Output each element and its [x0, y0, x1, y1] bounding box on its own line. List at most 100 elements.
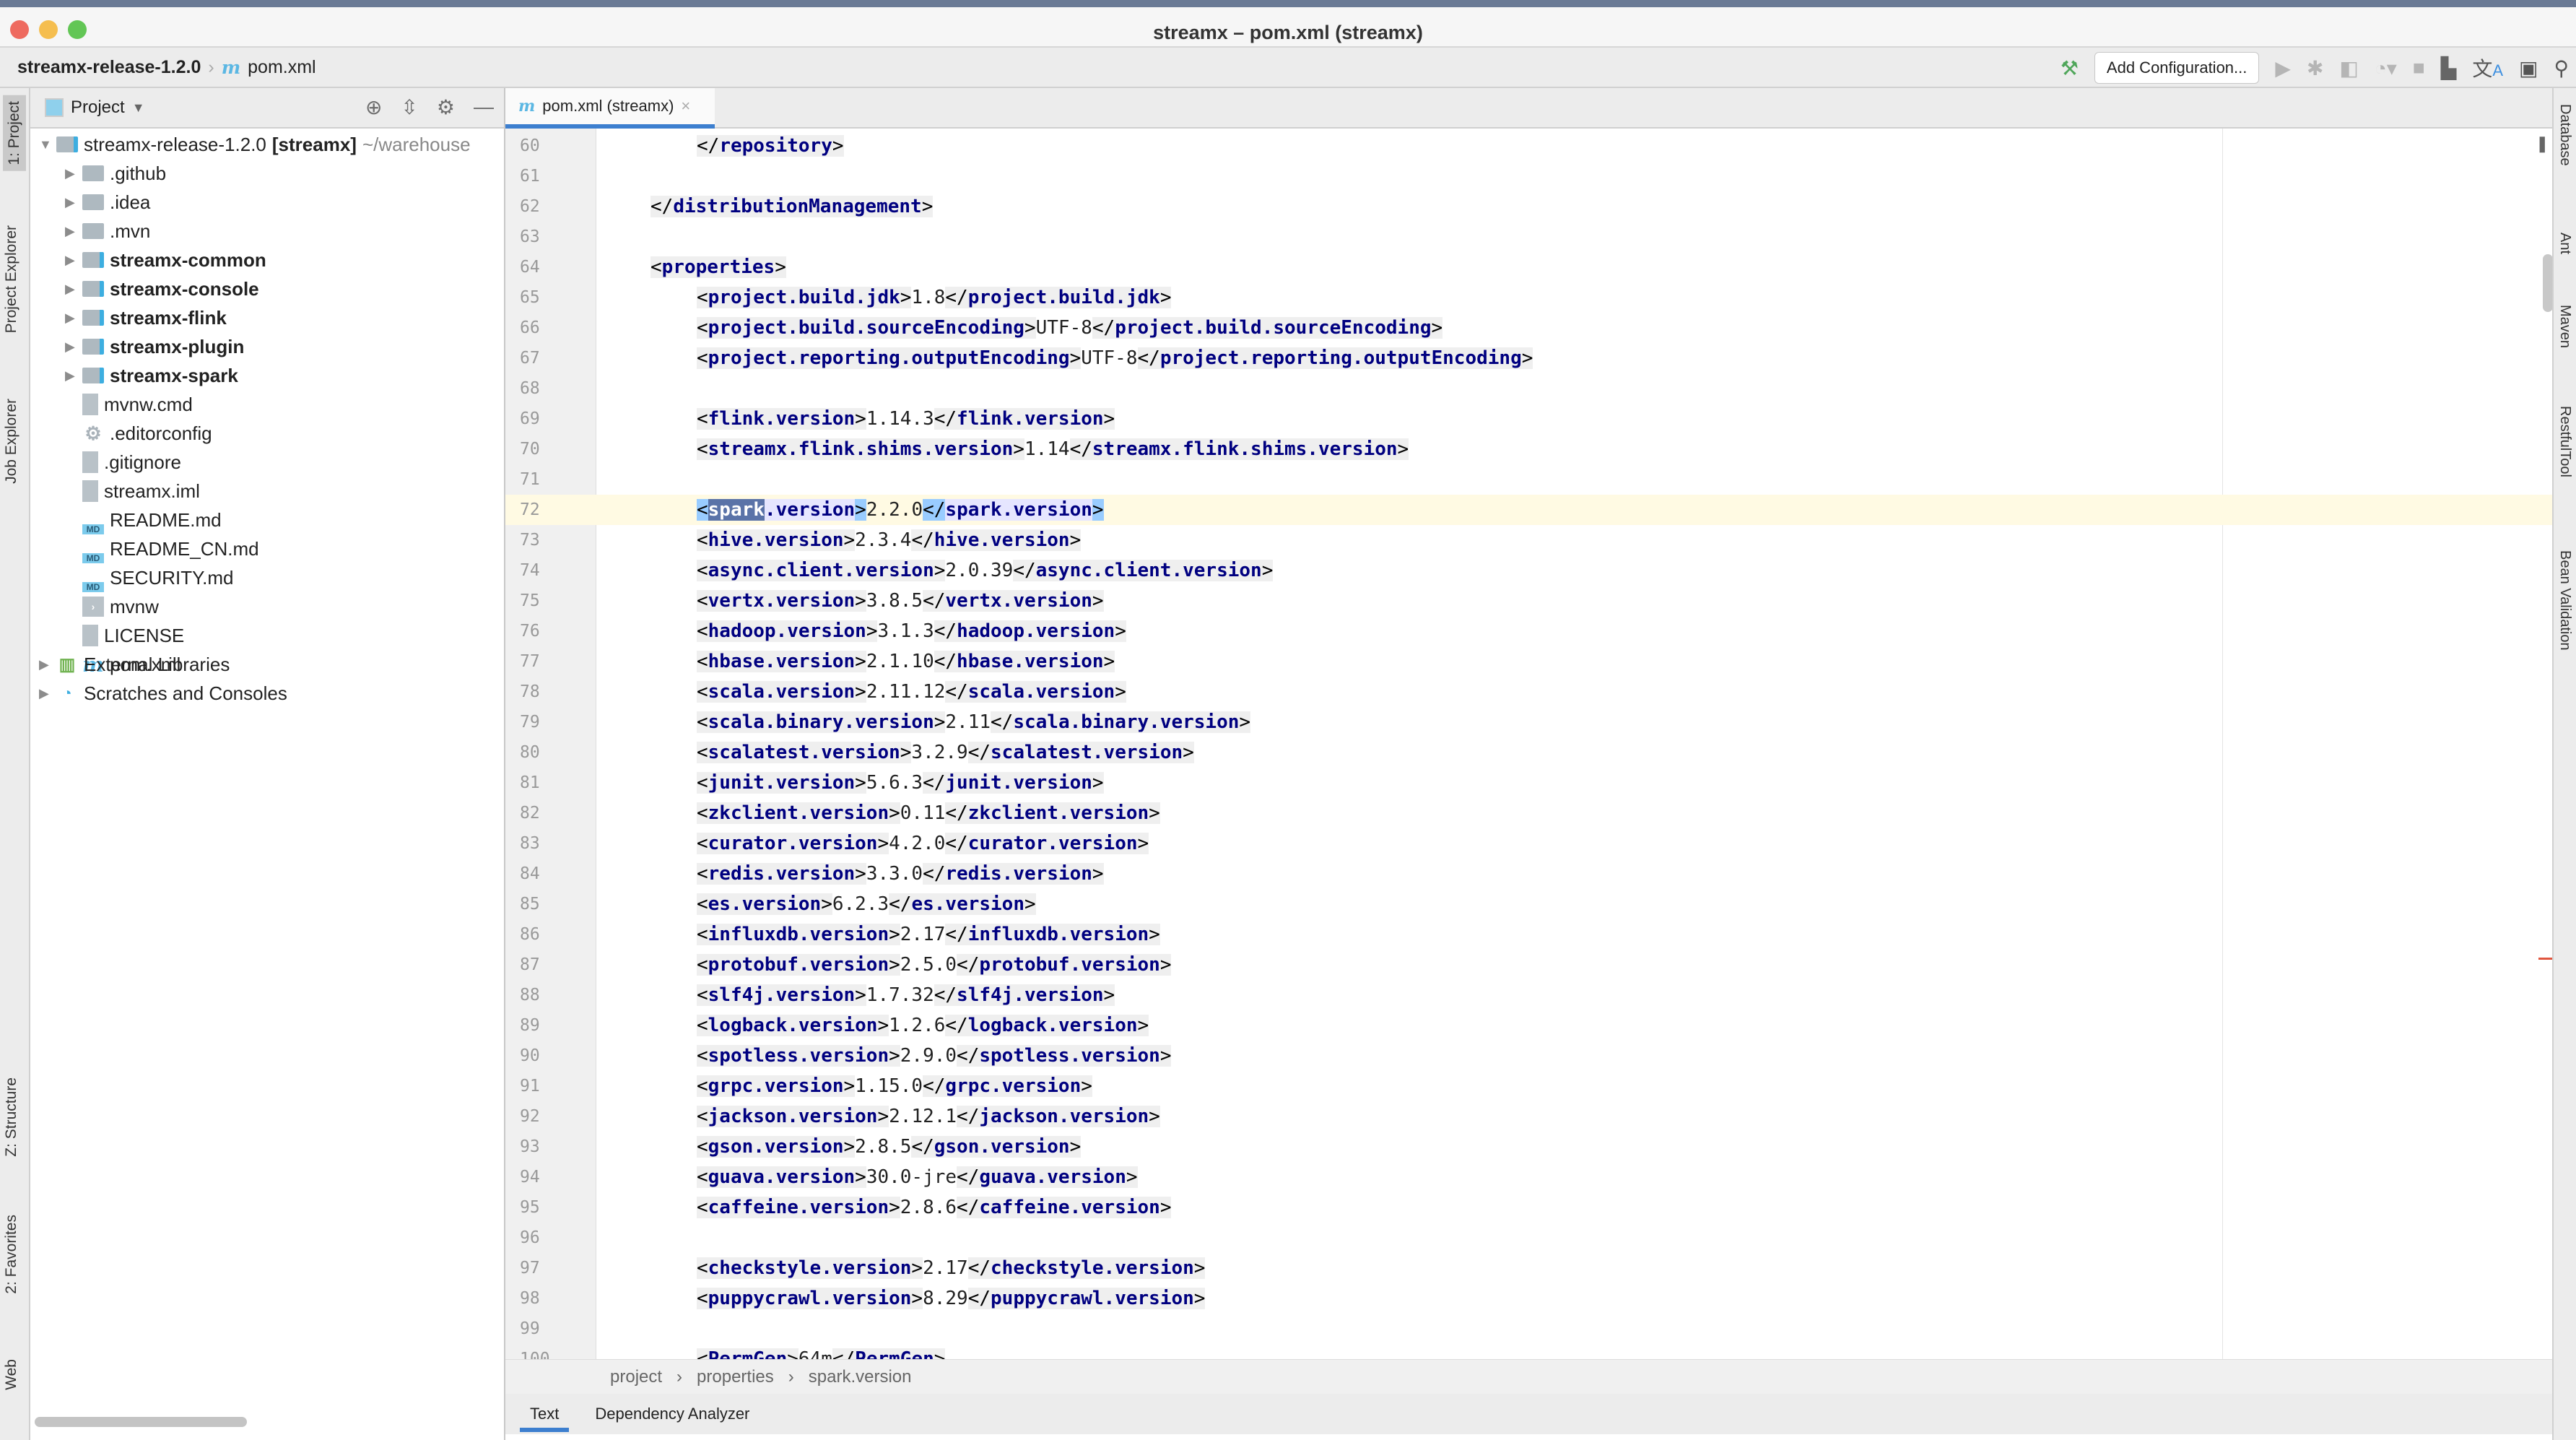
code-line[interactable]: 93 <gson.version>2.8.5</gson.version>: [505, 1132, 2552, 1162]
collapsed-arrow-icon[interactable]: ▶: [65, 339, 77, 355]
code-line[interactable]: 63: [505, 222, 2552, 252]
tool-tab-structure[interactable]: Z: Structure: [3, 1077, 20, 1157]
close-tab-icon[interactable]: ×: [681, 97, 690, 116]
translate-icon[interactable]: 文A: [2472, 53, 2503, 82]
code-line[interactable]: 74 <async.client.version>2.0.39</async.cl…: [505, 555, 2552, 586]
code-line[interactable]: 83 <curator.version>4.2.0</curator.versio…: [505, 828, 2552, 859]
tool-tab-bean-validation[interactable]: Bean Validation: [2557, 550, 2573, 651]
collapsed-arrow-icon[interactable]: ▶: [65, 282, 77, 297]
editor-vertical-scrollbar[interactable]: [2543, 254, 2553, 312]
debug-icon[interactable]: ✱: [2307, 56, 2323, 80]
tree-item[interactable]: ▶ .github: [65, 159, 166, 188]
code-line[interactable]: 99: [505, 1314, 2552, 1344]
tool-tab-maven[interactable]: Maven: [2557, 305, 2573, 348]
breadcrumb-project[interactable]: streamx-release-1.2.0: [17, 57, 201, 78]
project-view-selector[interactable]: Project: [71, 97, 125, 118]
tool-tab-web[interactable]: Web: [3, 1359, 20, 1390]
code-line[interactable]: 89 <logback.version>1.2.6</logback.versio…: [505, 1010, 2552, 1041]
tree-item-scratches[interactable]: ▶ ◔ Scratches and Consoles: [39, 679, 287, 708]
breadcrumb-project[interactable]: project: [610, 1367, 662, 1387]
tree-item[interactable]: streamx.iml: [65, 477, 200, 506]
code-line[interactable]: 86 <influxdb.version>2.17</influxdb.versi…: [505, 919, 2552, 950]
tool-tab-ant[interactable]: Ant: [2557, 233, 2573, 254]
collapsed-arrow-icon[interactable]: ▶: [65, 253, 77, 268]
code-line[interactable]: 60 </repository>: [505, 131, 2552, 161]
tab-dependency-analyzer[interactable]: Dependency Analyzer: [595, 1405, 749, 1423]
code-line[interactable]: 81 <junit.version>5.6.3</junit.version>: [505, 768, 2552, 798]
code-line[interactable]: 73 <hive.version>2.3.4</hive.version>: [505, 525, 2552, 555]
tool-tab-database[interactable]: Database: [2557, 104, 2573, 166]
tool-tab-project[interactable]: 1: Project: [3, 95, 26, 171]
collapsed-arrow-icon[interactable]: ▶: [65, 195, 77, 210]
code-line[interactable]: 77 <hbase.version>2.1.10</hbase.version>: [505, 646, 2552, 677]
tree-item[interactable]: MD SECURITY.md: [65, 563, 233, 592]
code-line[interactable]: 69 <flink.version>1.14.3</flink.version>: [505, 404, 2552, 434]
code-line[interactable]: 88 <slf4j.version>1.7.32</slf4j.version>: [505, 980, 2552, 1010]
tree-item[interactable]: MD README_CN.md: [65, 534, 259, 563]
code-line[interactable]: 66 <project.build.sourceEncoding>UTF-8</p…: [505, 313, 2552, 343]
locate-icon[interactable]: ⊕: [365, 95, 382, 119]
code-line[interactable]: 71: [505, 464, 2552, 495]
project-structure-icon[interactable]: ▙: [2441, 56, 2457, 80]
code-line[interactable]: 98 <puppycrawl.version>8.29</puppycrawl.v…: [505, 1283, 2552, 1314]
breadcrumb-spark-version[interactable]: spark.version: [809, 1367, 912, 1387]
code-line[interactable]: 84 <redis.version>3.3.0</redis.version>: [505, 859, 2552, 889]
search-icon[interactable]: ⚲: [2554, 56, 2569, 80]
build-hammer-icon[interactable]: ⚒: [2061, 56, 2079, 80]
code-line[interactable]: 95 <caffeine.version>2.8.6</caffeine.vers…: [505, 1192, 2552, 1223]
code-line[interactable]: 90 <spotless.version>2.9.0</spotless.vers…: [505, 1041, 2552, 1071]
tree-item[interactable]: mvnw.cmd: [65, 390, 193, 419]
tree-item[interactable]: ▶ streamx-plugin: [65, 332, 244, 361]
collapsed-arrow-icon[interactable]: ▶: [65, 368, 77, 383]
chevron-down-icon[interactable]: ▼: [132, 100, 145, 116]
code-line[interactable]: 64 <properties>: [505, 252, 2552, 282]
add-configuration-button[interactable]: Add Configuration...: [2094, 52, 2260, 84]
collapse-all-icon[interactable]: ⇳: [401, 95, 417, 119]
code-line[interactable]: 70 <streamx.flink.shims.version>1.14</str…: [505, 434, 2552, 464]
collapsed-arrow-icon[interactable]: ▶: [65, 311, 77, 326]
tool-tab-project-explorer[interactable]: Project Explorer: [3, 225, 20, 333]
tree-item-external-libraries[interactable]: ▶ ▥ External Libraries: [39, 650, 230, 679]
tree-item[interactable]: ▶ streamx-console: [65, 274, 259, 303]
code-line[interactable]: 78 <scala.version>2.11.12</scala.version>: [505, 677, 2552, 707]
code-line[interactable]: 76 <hadoop.version>3.1.3</hadoop.version>: [505, 616, 2552, 646]
code-line[interactable]: 61: [505, 161, 2552, 191]
code-line[interactable]: 100 <PermGen>64m</PermGen>: [505, 1344, 2552, 1359]
breadcrumb-file[interactable]: pom.xml: [248, 57, 316, 78]
collapsed-arrow-icon[interactable]: ▶: [39, 657, 51, 672]
tool-tab-restful-tool[interactable]: RestfulTool: [2557, 406, 2573, 477]
tree-item[interactable]: ▶ streamx-spark: [65, 361, 238, 390]
code-line[interactable]: 79 <scala.binary.version>2.11</scala.bina…: [505, 707, 2552, 737]
collapsed-arrow-icon[interactable]: ▶: [65, 224, 77, 239]
tree-item[interactable]: ▶ streamx-flink: [65, 303, 227, 332]
tree-item[interactable]: LICENSE: [65, 621, 184, 650]
collapsed-arrow-icon[interactable]: ▶: [65, 166, 77, 181]
project-horizontal-scrollbar[interactable]: [35, 1417, 247, 1427]
tool-tab-favorites[interactable]: 2: Favorites: [3, 1215, 20, 1294]
run-icon[interactable]: ▶: [2275, 56, 2291, 80]
breadcrumb-properties[interactable]: properties: [697, 1367, 774, 1387]
tree-item[interactable]: MD README.md: [65, 506, 222, 534]
code-line[interactable]: 80 <scalatest.version>3.2.9</scalatest.ve…: [505, 737, 2552, 768]
code-line[interactable]: 91 <grpc.version>1.15.0</grpc.version>: [505, 1071, 2552, 1101]
expanded-arrow-icon[interactable]: ▼: [39, 137, 52, 152]
run-anything-icon[interactable]: ▣: [2519, 56, 2538, 80]
code-line[interactable]: 65 <project.build.jdk>1.8</project.build.…: [505, 282, 2552, 313]
gear-icon[interactable]: ⚙: [437, 95, 455, 119]
code-line[interactable]: 97 <checkstyle.version>2.17</checkstyle.v…: [505, 1253, 2552, 1283]
tab-pom-xml[interactable]: m pom.xml (streamx) ×: [505, 88, 715, 129]
stop-icon[interactable]: ■: [2413, 56, 2425, 79]
code-line[interactable]: 85 <es.version>6.2.3</es.version>: [505, 889, 2552, 919]
code-line[interactable]: 67 <project.reporting.outputEncoding>UTF-…: [505, 343, 2552, 373]
tree-item[interactable]: ⚙ .editorconfig: [65, 419, 212, 448]
code-line[interactable]: 82 <zkclient.version>0.11</zkclient.versi…: [505, 798, 2552, 828]
tab-text[interactable]: Text: [520, 1396, 570, 1432]
hide-icon[interactable]: —: [474, 95, 494, 119]
tree-item[interactable]: › mvnw: [65, 592, 159, 621]
code-line[interactable]: 68: [505, 373, 2552, 404]
tree-item[interactable]: ▶ streamx-common: [65, 246, 266, 274]
code-line[interactable]: 75 <vertx.version>3.8.5</vertx.version>: [505, 586, 2552, 616]
tree-item[interactable]: ▶ .idea: [65, 188, 150, 217]
profile-icon[interactable]: ◔▾: [2375, 56, 2397, 80]
code-line[interactable]: 92 <jackson.version>2.12.1</jackson.versi…: [505, 1101, 2552, 1132]
